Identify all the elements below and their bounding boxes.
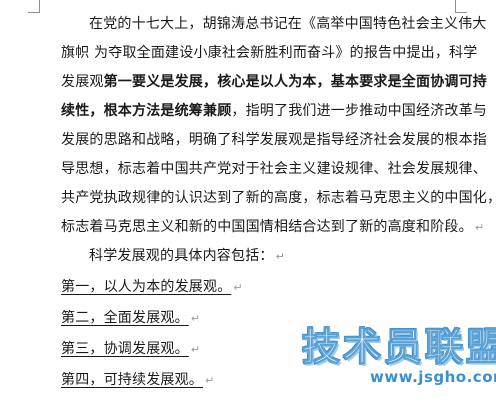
paragraph-line: 科学发展观的具体内容包括： ↵ [89,248,286,264]
watermark-logo: 技术员联盟 www.jsgho.com [300,316,496,412]
list-item: 第一，以人为本的发展观。 ↵ [61,279,243,295]
crop-mark [39,0,40,12]
crop-mark [455,12,467,13]
crop-mark [455,0,456,12]
document-page: 在党的十七大上，胡锦涛总书记在《高举中国特色社会主义伟大 旗帜 为夺取全面建设小… [0,0,496,412]
paragraph-mark-icon: ↵ [205,374,215,387]
paragraph-mark-icon: ↵ [233,281,243,294]
watermark-url: www.jsgho.com [370,368,496,386]
paragraph-line: 续性，根本方法是统筹兼顾，指明了我们进一步推动中国经济改革与 [61,103,488,119]
paragraph-line: 发展的思路和战略，明确了科学发展观是指导经济社会发展的根本指 [61,132,487,148]
paragraph-line: 标志着马克思主义和新的中国国情相结合达到了新的高度和阶段。 ↵ [61,219,485,235]
paragraph-line: 旗帜 为夺取全面建设小康社会新胜利而奋斗》的报告中提出，科学 [61,45,478,61]
paragraph-line: 在党的十七大上，胡锦涛总书记在《高举中国特色社会主义伟大 [89,16,487,32]
paragraph-mark-icon: ↵ [190,343,201,356]
paragraph-mark-icon: ↵ [190,312,201,325]
watermark-title: 技术员联盟 [301,325,496,370]
paragraph-line: 导思想，标志着中国共产党对于社会主义建设规律、社会发展规律、 [61,161,487,177]
paragraph-mark-icon: ↵ [474,221,485,234]
paragraph-line: 共产党执政规律的认识达到了新的高度，标志着马克思主义的中国化， [61,190,496,206]
paragraph-mark-icon: ↵ [275,250,286,263]
crop-mark [28,12,40,13]
paragraph-line: 发展观第一要义是发展，核心是以人为本，基本要求是全面协调可持 [61,74,488,90]
